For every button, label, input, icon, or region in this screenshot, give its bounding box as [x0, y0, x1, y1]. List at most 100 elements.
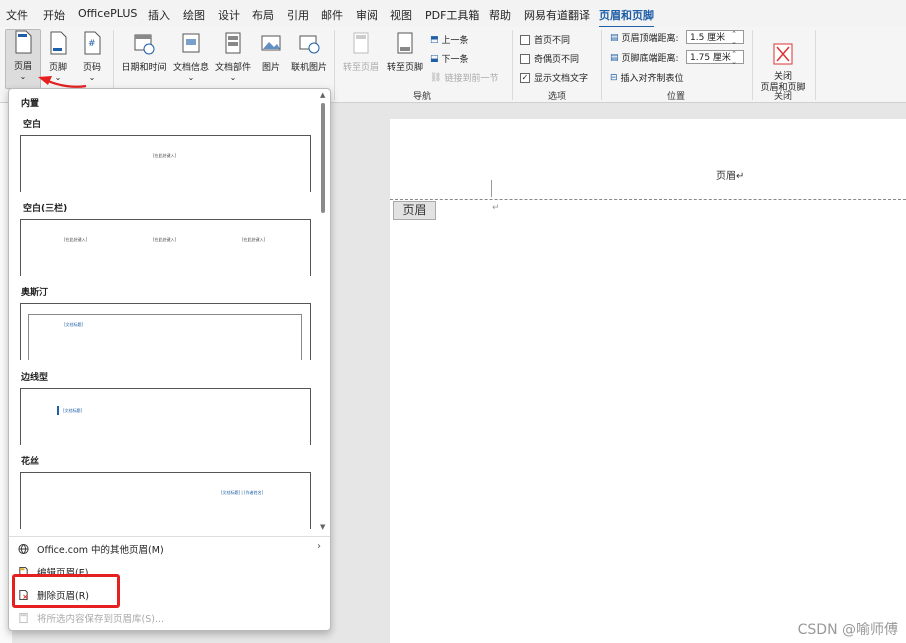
close-group-label: 关闭 — [774, 92, 793, 102]
goto-header-label: 转至页眉 — [342, 63, 379, 73]
calendar-clock-icon — [134, 34, 155, 55]
placeholder-text: [文档标题] — [64, 322, 84, 327]
save-to-gallery-icon — [19, 612, 28, 624]
header-boundary-line — [390, 199, 906, 200]
footer-bottom-distance-label-wrap: ▤ 页脚底端距离: — [610, 51, 679, 65]
svg-text:#: # — [88, 39, 96, 49]
picture-button[interactable]: 图片 — [256, 31, 286, 73]
placeholder-text: [文档标题] — [63, 408, 83, 413]
scroll-up-icon[interactable]: ▲ — [320, 91, 325, 99]
tab-help[interactable]: 帮助 — [489, 7, 511, 23]
scrollbar-thumb[interactable] — [321, 103, 325, 213]
document-header-text[interactable]: 页眉↵ — [716, 167, 744, 182]
header-top-distance-spinner[interactable]: 1.5 厘米 — [686, 30, 744, 46]
menu-more-headers-office[interactable]: Office.com 中的其他页眉(M) — [18, 542, 164, 556]
insert-alignment-tab-button[interactable]: ⊟ 插入对齐制表位 — [610, 71, 684, 85]
ribbon-tab-bar: 文件 开始 OfficePLUS 插入 绘图 设计 布局 引用 邮件 审阅 视图… — [0, 0, 906, 28]
tab-references[interactable]: 引用 — [287, 7, 309, 23]
tab-officeplus[interactable]: OfficePLUS — [78, 7, 137, 20]
date-time-label: 日期和时间 — [121, 63, 167, 73]
link-to-previous-label: 链接到前一节 — [444, 74, 499, 84]
tab-pdf-toolbox[interactable]: PDF工具箱 — [425, 7, 479, 23]
chevron-down-icon: ⌄ — [187, 73, 195, 82]
scroll-down-icon[interactable]: ▼ — [320, 523, 325, 531]
goto-footer-icon — [397, 32, 413, 54]
tab-youdao[interactable]: 网易有道翻译 — [524, 7, 590, 23]
gallery-item-title: 边线型 — [21, 373, 49, 383]
show-document-text-checkbox[interactable]: ✓ 显示文档文字 — [520, 71, 588, 84]
placeholder-text: [在此处键入] — [242, 237, 266, 242]
document-page[interactable] — [390, 119, 906, 643]
austin-frame — [28, 314, 302, 360]
separator — [815, 30, 816, 100]
header-top-distance-label: 页眉顶端距离: — [621, 34, 679, 44]
header-distance-icon: ▤ — [610, 32, 619, 43]
header-gallery-dropdown: 内置 空白 [在此处键入] 空白(三栏) [在此处键入] [在此处键入] [在此… — [8, 88, 331, 631]
gallery-scrollbar[interactable]: ▲ ▼ — [319, 91, 327, 535]
gallery-item-title: 奥斯汀 — [21, 288, 49, 298]
goto-header-button[interactable]: 转至页眉 — [340, 31, 382, 73]
online-picture-button[interactable]: 联机图片 — [288, 31, 330, 73]
previous-label: 上一条 — [441, 36, 469, 46]
link-to-previous-button[interactable]: ⛓ 链接到前一节 — [430, 71, 499, 85]
tab-header-footer[interactable]: 页眉和页脚 — [599, 7, 654, 28]
gallery-item-filigree[interactable]: [文档标题] | [作者姓名] — [20, 472, 311, 529]
footer-distance-icon: ▤ — [610, 52, 619, 63]
tab-design[interactable]: 设计 — [218, 7, 240, 23]
date-time-button[interactable]: 日期和时间 — [118, 31, 170, 73]
section-title-builtin: 内置 — [21, 99, 40, 109]
header-region-tag: 页眉 — [393, 201, 436, 220]
footer-bottom-distance-spinner[interactable]: 1.75 厘米 — [686, 50, 744, 66]
options-group-label: 选项 — [548, 92, 567, 102]
goto-header-icon — [353, 32, 369, 54]
gallery-item-blank-three-column[interactable]: [在此处键入] [在此处键入] [在此处键入] — [20, 219, 311, 276]
goto-footer-label: 转至页脚 — [386, 63, 423, 73]
tab-view[interactable]: 视图 — [390, 7, 412, 23]
header-top-distance-label-wrap: ▤ 页眉顶端距离: — [610, 31, 679, 45]
chevron-right-icon: › — [317, 541, 321, 552]
document-info-button[interactable]: 文档信息 ⌄ — [171, 31, 211, 82]
tab-layout[interactable]: 布局 — [252, 7, 274, 23]
menu-save-selection-to-gallery[interactable]: 将所选内容保存到页眉库(S)... — [18, 611, 164, 625]
position-group-label: 位置 — [667, 92, 686, 102]
chevron-down-icon: ⌄ — [19, 72, 27, 81]
tab-review[interactable]: 审阅 — [356, 7, 378, 23]
gallery-item-title: 空白(三栏) — [23, 204, 68, 214]
globe-icon — [18, 543, 29, 555]
highlight-box — [12, 574, 120, 608]
odd-even-different-label: 奇偶页不同 — [534, 55, 580, 65]
next-icon: ⬓ — [430, 53, 439, 64]
document-parts-button[interactable]: 文档部件 ⌄ — [213, 31, 253, 82]
tab-file[interactable]: 文件 — [6, 7, 28, 23]
tab-mailings[interactable]: 邮件 — [321, 7, 343, 23]
gallery-item-sideline[interactable]: [文档标题] — [20, 388, 311, 445]
goto-footer-button[interactable]: 转至页脚 — [384, 31, 426, 73]
gallery-item-title: 花丝 — [21, 457, 40, 467]
sideline-bar — [57, 406, 59, 415]
tab-insert[interactable]: 插入 — [148, 7, 170, 23]
picture-icon — [261, 35, 281, 51]
paragraph-mark: ↵ — [492, 203, 500, 213]
checkbox-box — [520, 53, 530, 64]
next-button[interactable]: ⬓ 下一条 — [430, 52, 469, 66]
tab-home[interactable]: 开始 — [43, 7, 65, 23]
separator — [601, 30, 602, 100]
header-button-label: 页眉 — [13, 62, 32, 72]
odd-even-different-checkbox[interactable]: 奇偶页不同 — [520, 52, 579, 65]
gallery-item-austin[interactable]: [文档标题] — [20, 303, 311, 360]
previous-button[interactable]: ⬒ 上一条 — [430, 33, 469, 47]
document-info-label: 文档信息 — [172, 63, 209, 73]
separator — [512, 30, 513, 100]
next-label: 下一条 — [441, 55, 469, 65]
close-icon — [773, 43, 793, 65]
first-page-different-checkbox[interactable]: 首页不同 — [520, 33, 570, 46]
checkmark-icon: ✓ — [520, 72, 530, 83]
placeholder-text: [文档标题] | [作者姓名] — [221, 490, 264, 495]
gallery-item-blank[interactable]: [在此处键入] — [20, 135, 311, 192]
first-page-different-label: 首页不同 — [534, 36, 571, 46]
chevron-down-icon: ⌄ — [229, 73, 237, 82]
insert-alignment-tab-label: 插入对齐制表位 — [620, 74, 684, 84]
tab-draw[interactable]: 绘图 — [183, 7, 205, 23]
placeholder-text: [在此处键入] — [64, 237, 88, 242]
gallery-item-title: 空白 — [23, 120, 42, 130]
